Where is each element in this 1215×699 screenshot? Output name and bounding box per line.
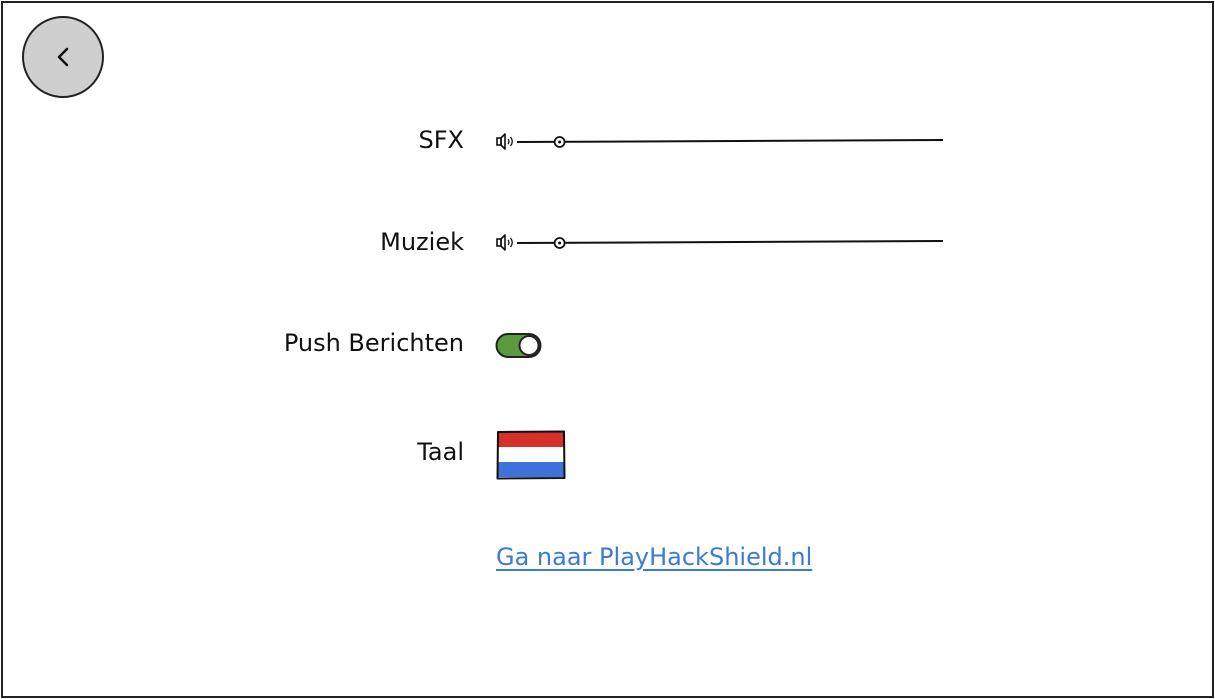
push-toggle[interactable] (495, 332, 543, 360)
sfx-slider[interactable] (495, 130, 947, 154)
language-flag-button[interactable] (496, 430, 566, 480)
music-slider[interactable] (495, 231, 947, 255)
music-label: Muziek (380, 228, 464, 256)
chevron-left-icon (57, 47, 69, 67)
language-label: Taal (417, 438, 464, 466)
push-label: Push Berichten (283, 329, 464, 357)
speaker-icon (496, 133, 513, 150)
flag-nl-icon (496, 430, 566, 480)
music-slider-track (496, 234, 944, 251)
back-button[interactable] (22, 16, 104, 98)
speaker-icon (496, 234, 513, 251)
sfx-slider-track (496, 133, 944, 150)
settings-screen: SFX Muziek Push Berichten Taal Ga naar P… (1, 1, 1214, 698)
toggle-knob (518, 335, 540, 356)
sfx-label: SFX (418, 126, 464, 154)
playhackshield-link[interactable]: Ga naar PlayHackShield.nl (496, 544, 812, 571)
